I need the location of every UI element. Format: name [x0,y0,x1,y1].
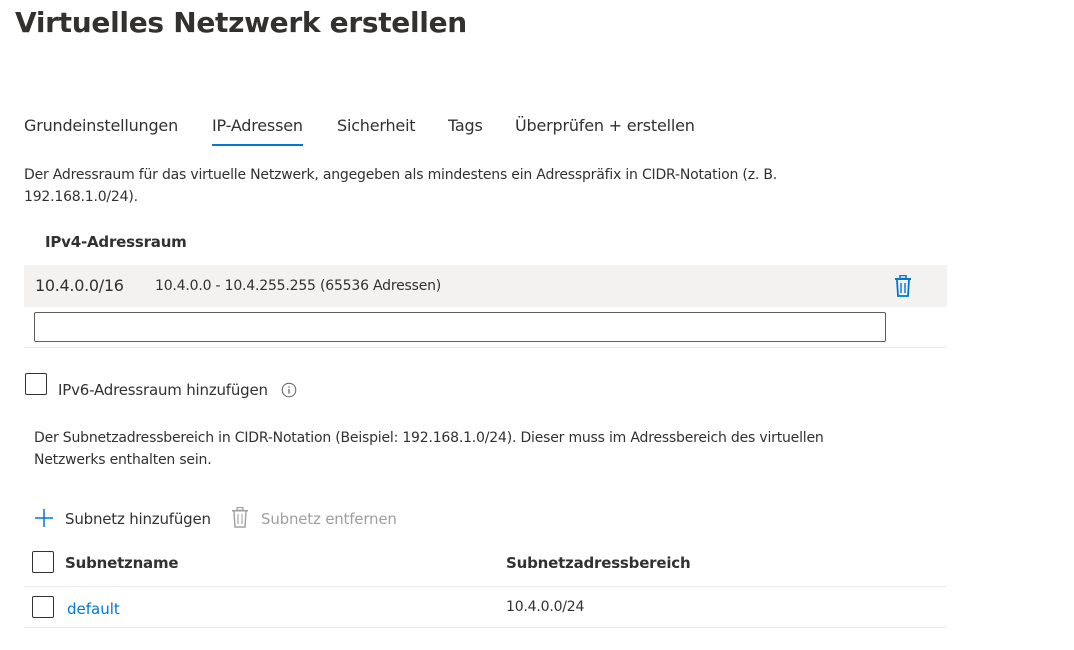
table-row: default 10.4.0.0/24 [24,587,947,627]
subnet-description-line2: Netzwerks enthalten sein. [34,452,212,468]
address-prefix-input-wrapper [34,312,886,342]
table-divider [24,627,947,628]
tab-tags[interactable]: Tags [448,116,483,135]
tab-sicherheit[interactable]: Sicherheit [337,116,416,135]
address-space-row: 10.4.0.0/16 10.4.0.0 - 10.4.255.255 (655… [24,265,947,307]
page-title: Virtuelles Netzwerk erstellen [15,6,467,39]
address-space-description-line2: 192.168.1.0/24). [24,189,138,205]
subnet-description-line1: Der Subnetzadressbereich in CIDR-Notatio… [34,430,824,446]
trash-icon [231,506,249,528]
remove-subnet-button[interactable]: Subnetz entfernen [231,506,411,529]
tab-ip-adressen[interactable]: IP-Adressen [212,116,303,146]
address-space-description: Der Adressraum für das virtuelle Netzwer… [24,164,1024,208]
tab-grundeinstellungen[interactable]: Grundeinstellungen [24,116,178,135]
info-icon[interactable] [281,382,297,398]
ipv6-checkbox[interactable] [25,373,47,395]
plus-icon [34,508,54,528]
address-range: 10.4.0.0 - 10.4.255.255 (65536 Adressen) [155,278,442,294]
address-prefix: 10.4.0.0/16 [35,276,124,295]
select-all-checkbox[interactable] [32,551,54,573]
row-checkbox[interactable] [32,596,54,618]
address-space-description-line1: Der Adressraum für das virtuelle Netzwer… [24,167,778,183]
column-header-subnetzadressbereich: Subnetzadressbereich [506,554,691,572]
tab-ueberpruefen-erstellen[interactable]: Überprüfen + erstellen [515,116,695,135]
subnet-name-link[interactable]: default [67,600,120,618]
divider [24,347,947,348]
ipv6-checkbox-label: IPv6-Adressraum hinzufügen [58,381,268,399]
add-subnet-button[interactable]: Subnetz hinzufügen [34,508,234,530]
column-header-subnetzname: Subnetzname [65,554,179,572]
subnet-range: 10.4.0.0/24 [506,599,585,615]
ipv4-section-label: IPv4-Adressraum [45,233,187,251]
trash-icon[interactable] [893,274,913,297]
subnet-description: Der Subnetzadressbereich in CIDR-Notatio… [34,427,1034,471]
subnet-table-header: Subnetzname Subnetzadressbereich [24,545,947,585]
remove-subnet-label: Subnetz entfernen [261,510,397,528]
add-subnet-label: Subnetz hinzufügen [65,510,211,528]
tab-bar: Grundeinstellungen IP-Adressen Sicherhei… [24,116,724,150]
address-prefix-input[interactable] [35,313,885,339]
